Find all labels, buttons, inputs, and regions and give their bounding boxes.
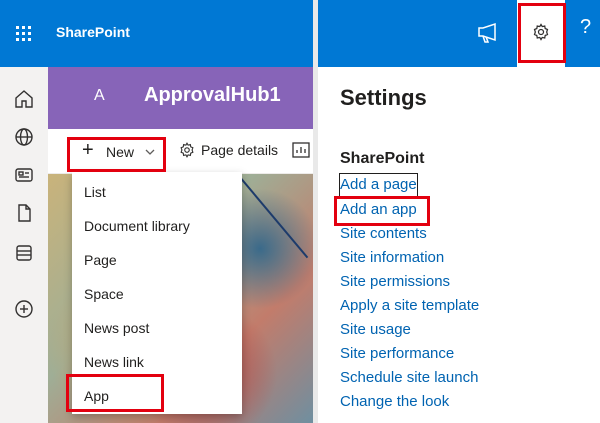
app-rail: [0, 67, 49, 423]
menu-item-app[interactable]: App: [72, 378, 242, 412]
settings-button[interactable]: [517, 0, 565, 67]
site-header: A ApprovalHub1: [48, 67, 313, 129]
site-logo-initial[interactable]: A: [94, 87, 105, 105]
menu-item-label: App: [84, 388, 109, 404]
plus-icon: +: [82, 139, 94, 161]
chevron-down-icon: [145, 149, 155, 155]
waffle-icon: [16, 26, 31, 41]
link-site-information[interactable]: Site information: [340, 247, 444, 269]
link-add-a-page[interactable]: Add a page: [339, 173, 418, 197]
globe-icon[interactable]: [12, 125, 36, 149]
menu-item-space[interactable]: Space: [72, 276, 242, 310]
link-site-contents[interactable]: Site contents: [340, 223, 427, 245]
menu-item-label: Space: [84, 286, 124, 302]
menu-item-label: List: [84, 184, 106, 200]
site-title[interactable]: ApprovalHub1: [144, 84, 281, 107]
sharepoint-site-view: SharePoint A ApprovalHub1 + New Page det…: [0, 0, 313, 423]
sharepoint-section-heading: SharePoint: [340, 150, 425, 167]
menu-item-list[interactable]: List: [72, 174, 242, 208]
news-icon[interactable]: [12, 163, 36, 187]
new-menu-dropdown: List Document library Page Space News po…: [72, 172, 242, 414]
link-site-performance[interactable]: Site performance: [340, 343, 454, 365]
app-launcher-button[interactable]: [0, 0, 48, 67]
create-plus-icon[interactable]: [12, 297, 36, 321]
megaphone-icon[interactable]: [476, 22, 500, 44]
menu-item-label: Document library: [84, 218, 190, 234]
link-site-usage[interactable]: Site usage: [340, 319, 411, 341]
page-details-label: Page details: [201, 142, 279, 158]
link-site-permissions[interactable]: Site permissions: [340, 271, 450, 293]
menu-item-news-link[interactable]: News link: [72, 344, 242, 378]
menu-item-news-post[interactable]: News post: [72, 310, 242, 344]
menu-item-label: News post: [84, 320, 150, 336]
hero-image-stroke: [236, 172, 309, 259]
home-icon[interactable]: [12, 87, 36, 111]
analytics-icon[interactable]: [292, 142, 310, 158]
new-button-label: New: [106, 144, 135, 160]
menu-item-page[interactable]: Page: [72, 242, 242, 276]
new-button[interactable]: + New: [70, 137, 162, 167]
link-add-an-app[interactable]: Add an app: [340, 199, 417, 221]
menu-item-label: Page: [84, 252, 117, 268]
suite-bar: SharePoint: [0, 0, 313, 67]
help-button[interactable]: ?: [580, 16, 591, 39]
settings-view: ? Settings SharePoint Add a page Add an …: [318, 0, 600, 423]
menu-item-document-library[interactable]: Document library: [72, 208, 242, 242]
link-change-the-look[interactable]: Change the look: [340, 391, 449, 413]
gear-icon: [180, 142, 194, 158]
list-icon[interactable]: [12, 241, 36, 265]
document-icon[interactable]: [12, 201, 36, 225]
settings-title: Settings: [340, 85, 427, 110]
suite-bar-right: ?: [318, 0, 600, 67]
link-schedule-site-launch[interactable]: Schedule site launch: [340, 367, 478, 389]
suite-title[interactable]: SharePoint: [56, 24, 130, 40]
menu-item-label: News link: [84, 354, 144, 370]
command-bar: + New Page details: [48, 129, 313, 174]
gear-icon: [533, 23, 549, 41]
link-apply-site-template[interactable]: Apply a site template: [340, 295, 479, 317]
